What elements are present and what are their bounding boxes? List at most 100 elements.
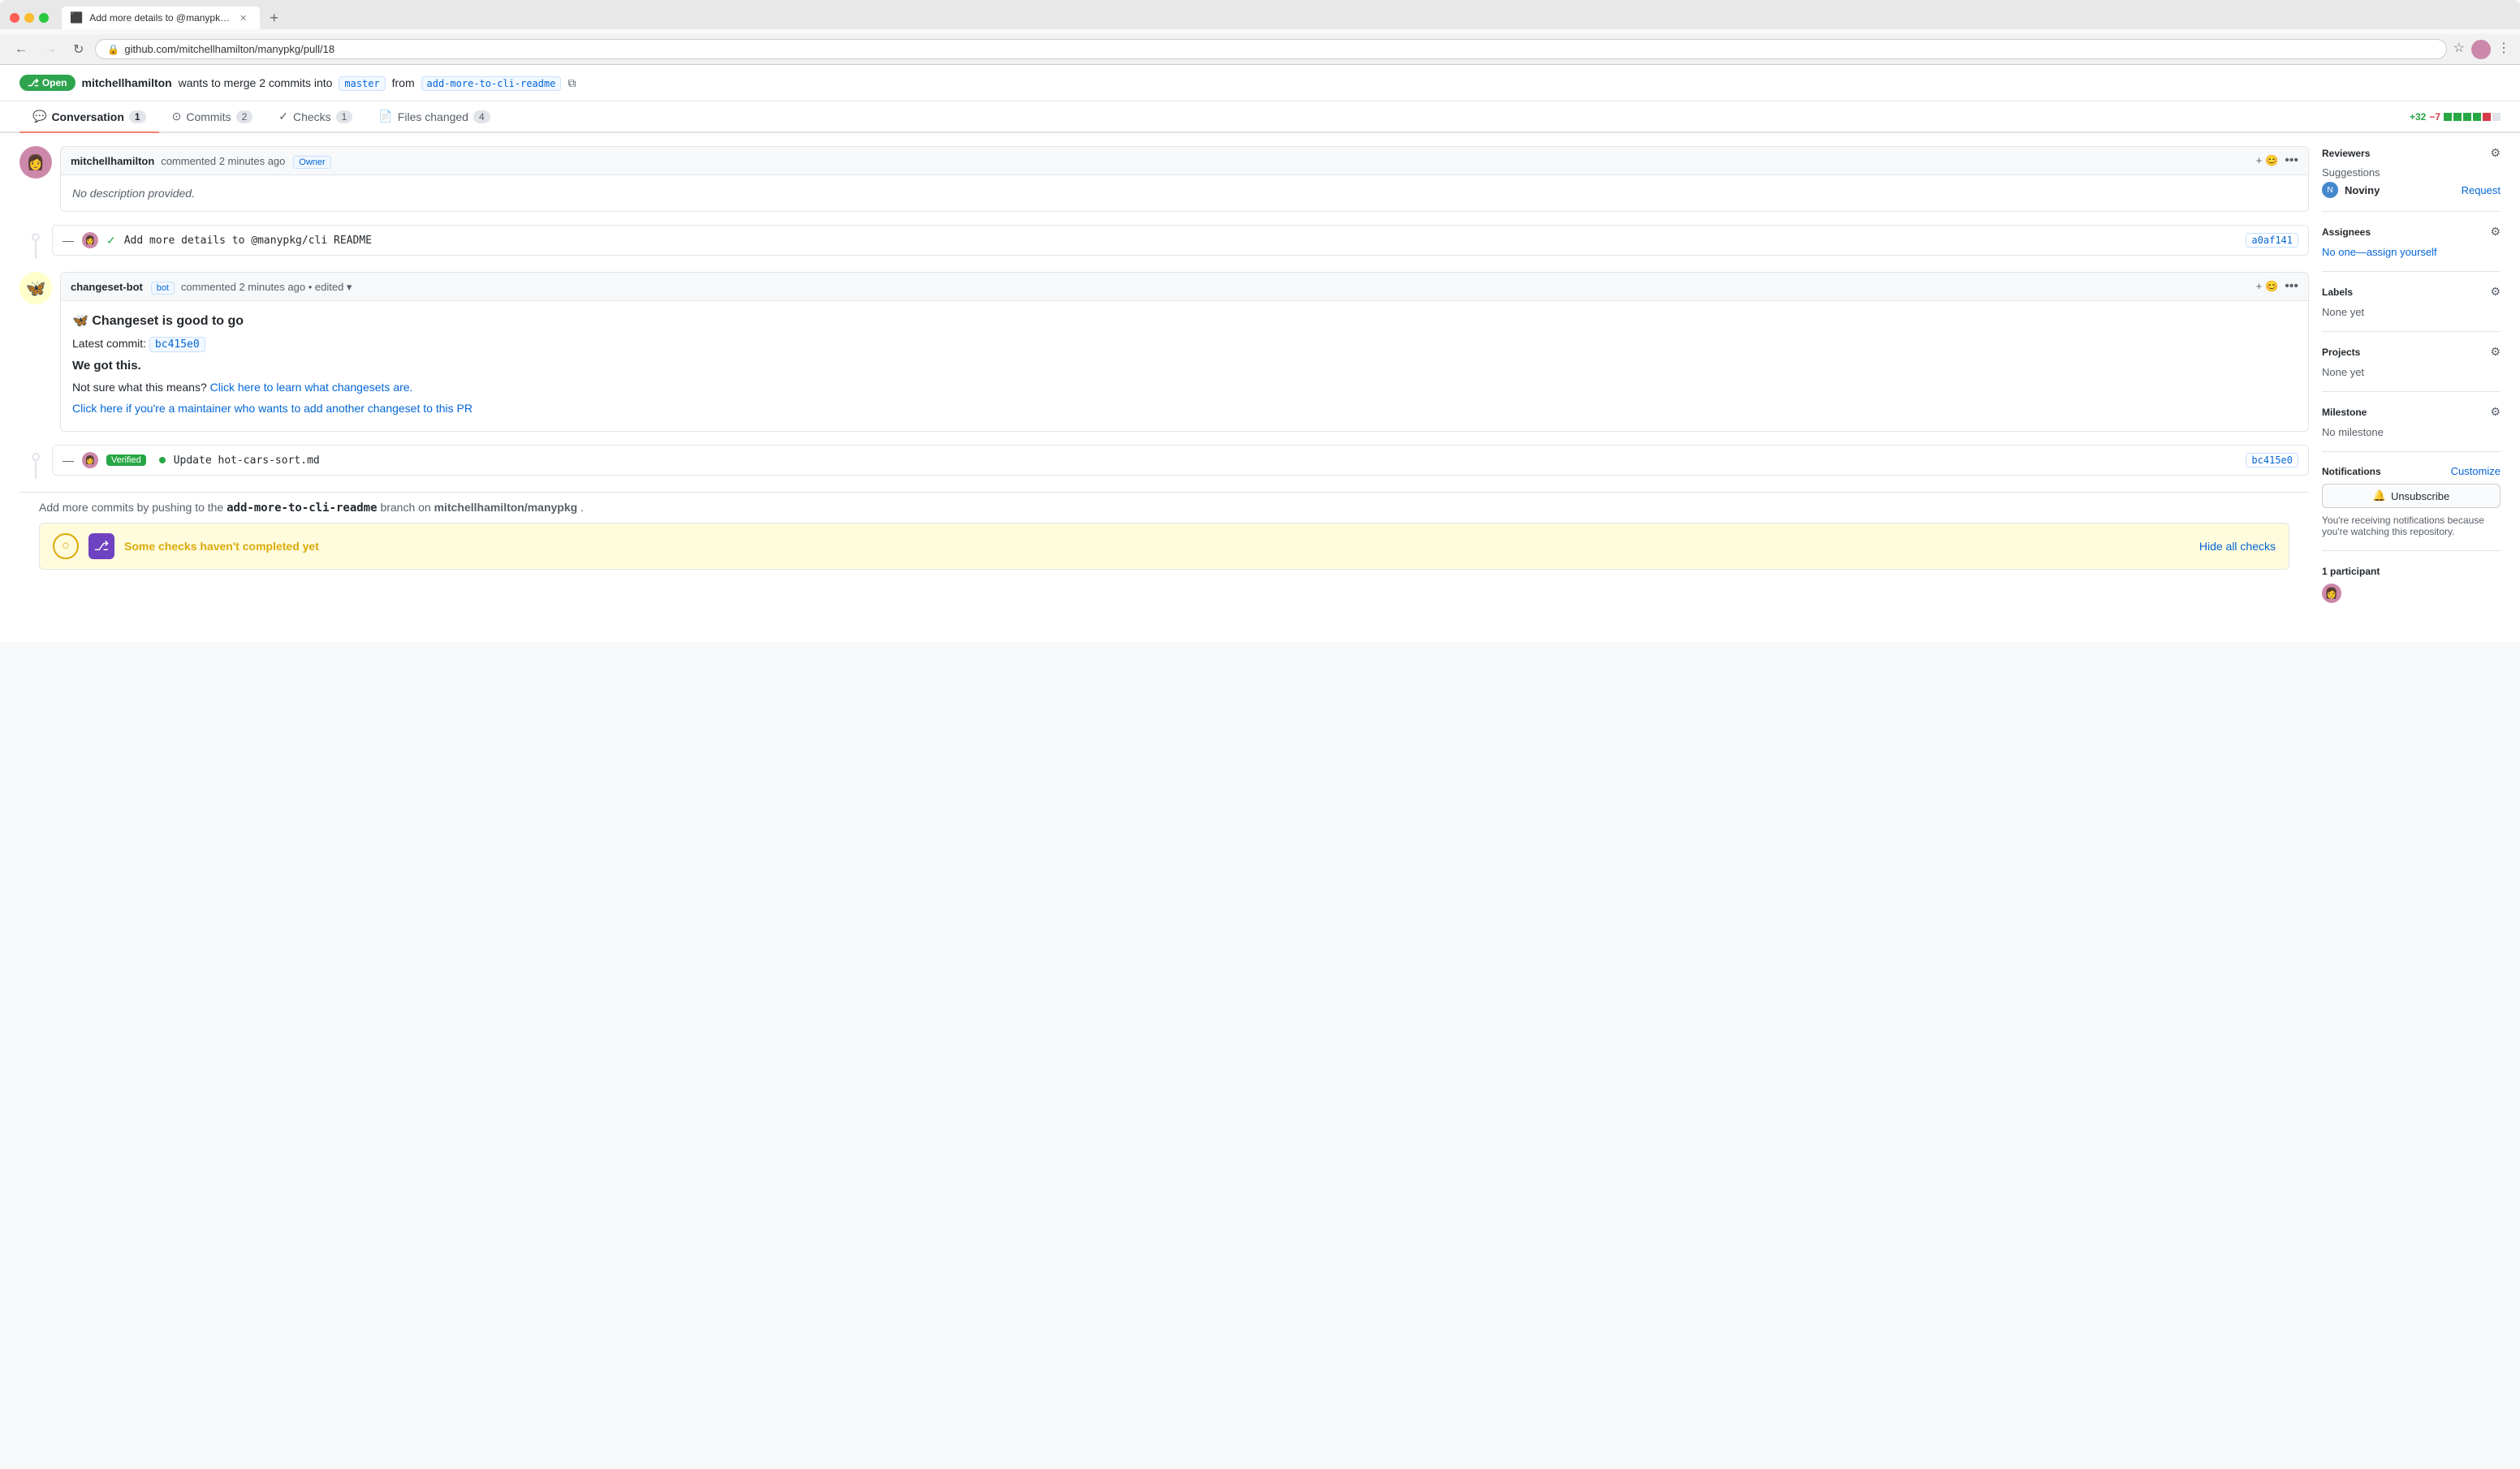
- sidebar-participants: 1 participant 👩: [2322, 564, 2501, 616]
- tab-conversation-label: Conversation: [51, 110, 123, 123]
- checks-banner-text: Some checks haven't completed yet: [124, 540, 2190, 553]
- refresh-button[interactable]: ↻: [68, 40, 88, 59]
- tab-conversation-count: 1: [129, 110, 146, 123]
- lock-icon: 🔒: [107, 44, 119, 55]
- base-branch-tag[interactable]: master: [339, 76, 385, 91]
- head-branch-tag[interactable]: add-more-to-cli-readme: [421, 76, 562, 91]
- maintainer-link[interactable]: Click here if you're a maintainer who wa…: [72, 402, 2297, 415]
- commit-2-verified: Verified: [106, 454, 146, 466]
- owner-comment-menu[interactable]: •••: [2285, 153, 2298, 168]
- bookmark-button[interactable]: ☆: [2453, 40, 2465, 59]
- commit-2-dot: [159, 457, 166, 463]
- owner-comment-time: commented 2 minutes ago: [161, 155, 285, 167]
- copy-branch-icon[interactable]: ⧉: [567, 76, 576, 89]
- reviewer-request-link[interactable]: Request: [2462, 184, 2501, 196]
- watching-text: You're receiving notifications because y…: [2322, 515, 2501, 537]
- diff-block-6: [2492, 113, 2501, 121]
- bot-comment-author[interactable]: changeset-bot: [71, 281, 143, 293]
- labels-title: Labels: [2322, 286, 2353, 298]
- noviny-name[interactable]: Noviny: [2345, 184, 2380, 196]
- push-note-repo: mitchellhamilton/manypkg: [434, 501, 578, 514]
- forward-button[interactable]: →: [39, 41, 62, 58]
- bot-comment-time: commented 2 minutes ago • edited ▾: [181, 281, 352, 293]
- tab-close-button[interactable]: ✕: [239, 13, 247, 24]
- pr-author: mitchellhamilton wants to merge 2 commit…: [82, 76, 576, 90]
- checks-banner: ○ ⎇ Some checks haven't completed yet Hi…: [39, 523, 2289, 570]
- assign-yourself-link[interactable]: No one—assign yourself: [2322, 246, 2437, 258]
- new-tab-button[interactable]: +: [263, 10, 285, 27]
- projects-value: None yet: [2322, 366, 2364, 378]
- diff-block-4: [2473, 113, 2481, 121]
- window-close[interactable]: [10, 13, 19, 23]
- commits-timeline: — 👩 ✓ Add more details to @manypkg/cli R…: [19, 225, 2309, 259]
- participants-list: 👩: [2322, 584, 2501, 603]
- pr-tabs: 💬 Conversation 1 ⊙ Commits 2 ✓ Checks 1 …: [0, 101, 2520, 133]
- labels-gear[interactable]: ⚙: [2490, 285, 2501, 299]
- tab-files-changed[interactable]: 📄 Files changed 4: [365, 101, 503, 133]
- merge-icon: ⎇: [28, 77, 39, 88]
- learn-changesets-link[interactable]: Click here to learn what changesets are.: [210, 381, 413, 394]
- customize-notifications-link[interactable]: Customize: [2451, 465, 2501, 477]
- merge-icon-box: ⎇: [88, 533, 114, 559]
- milestone-gear[interactable]: ⚙: [2490, 405, 2501, 419]
- bot-react-button[interactable]: + 😊: [2256, 280, 2278, 293]
- bot-comment-menu[interactable]: •••: [2285, 279, 2298, 294]
- no-description-text: No description provided.: [72, 187, 195, 200]
- browser-tab-active[interactable]: ⬛ Add more details to @manypk… ✕: [62, 6, 260, 29]
- reviewers-gear[interactable]: ⚙: [2490, 146, 2501, 160]
- hide-checks-link[interactable]: Hide all checks: [2199, 540, 2276, 553]
- commit-item-2: — 👩 Verified Update hot-cars-sort.md bc4…: [52, 445, 2309, 476]
- latest-commit-label: Latest commit:: [72, 337, 149, 350]
- tab-checks[interactable]: ✓ Checks 1: [265, 101, 365, 133]
- push-note-period: .: [580, 501, 584, 514]
- participant-1-avatar[interactable]: 👩: [2322, 584, 2341, 603]
- commit-1-avatar: 👩: [82, 232, 98, 248]
- owner-comment-body: No description provided.: [61, 175, 2308, 211]
- push-note-text: Add more commits by pushing to the: [39, 501, 227, 514]
- back-button[interactable]: ←: [10, 41, 32, 58]
- window-maximize[interactable]: [39, 13, 49, 23]
- chrome-menu-button[interactable]: ⋮: [2497, 40, 2510, 59]
- timeline-line-2: [19, 445, 52, 479]
- github-favicon: ⬛: [70, 11, 83, 24]
- user-avatar[interactable]: [2471, 40, 2491, 59]
- sidebar-reviewers: Reviewers ⚙ Suggestions N Noviny Request: [2322, 146, 2501, 212]
- tab-commits[interactable]: ⊙ Commits 2: [159, 101, 266, 133]
- tab-checks-count: 1: [336, 110, 353, 123]
- owner-role-badge: Owner: [293, 156, 330, 169]
- latest-commit-row: Latest commit: bc415e0: [72, 337, 2297, 351]
- diff-block-2: [2453, 113, 2462, 121]
- unsubscribe-button[interactable]: 🔔 Unsubscribe: [2322, 484, 2501, 508]
- owner-react-button[interactable]: + 😊: [2256, 154, 2278, 167]
- owner-comment-author[interactable]: mitchellhamilton: [71, 155, 154, 167]
- sidebar-milestone: Milestone ⚙ No milestone: [2322, 405, 2501, 452]
- files-icon: 📄: [378, 110, 392, 123]
- suggestions-label: Suggestions: [2322, 166, 2501, 179]
- commit-2-sha[interactable]: bc415e0: [2246, 453, 2298, 467]
- tab-conversation[interactable]: 💬 Conversation 1: [19, 101, 159, 133]
- window-minimize[interactable]: [24, 13, 34, 23]
- labels-value: None yet: [2322, 306, 2364, 318]
- diff-stats: +32 −7: [2410, 111, 2501, 123]
- address-bar[interactable]: 🔒 github.com/mitchellhamilton/manypkg/pu…: [95, 39, 2446, 59]
- pr-sidebar: Reviewers ⚙ Suggestions N Noviny Request…: [2322, 146, 2501, 629]
- commits-list-2: — 👩 Verified Update hot-cars-sort.md bc4…: [52, 445, 2309, 479]
- owner-avatar: 👩: [19, 146, 52, 179]
- owner-comment: 👩 mitchellhamilton commented 2 minutes a…: [19, 146, 2309, 212]
- checks-spinner-icon: ○: [53, 533, 79, 559]
- bot-role-badge: bot: [151, 282, 175, 295]
- commits-icon: ⊙: [172, 110, 182, 123]
- assignees-gear[interactable]: ⚙: [2490, 225, 2501, 239]
- sidebar-projects: Projects ⚙ None yet: [2322, 345, 2501, 392]
- commit-1-sha[interactable]: a0af141: [2246, 233, 2298, 248]
- assignees-title: Assignees: [2322, 226, 2371, 238]
- reviewers-title: Reviewers: [2322, 148, 2370, 159]
- noviny-avatar: N: [2322, 182, 2338, 198]
- projects-gear[interactable]: ⚙: [2490, 345, 2501, 359]
- diff-bar: [2444, 113, 2501, 121]
- latest-commit-sha-link[interactable]: bc415e0: [149, 337, 205, 352]
- diff-block-3: [2463, 113, 2471, 121]
- milestone-value: No milestone: [2322, 426, 2384, 438]
- commit-2-dot-left: —: [63, 454, 74, 467]
- tab-files-label: Files changed: [398, 110, 468, 123]
